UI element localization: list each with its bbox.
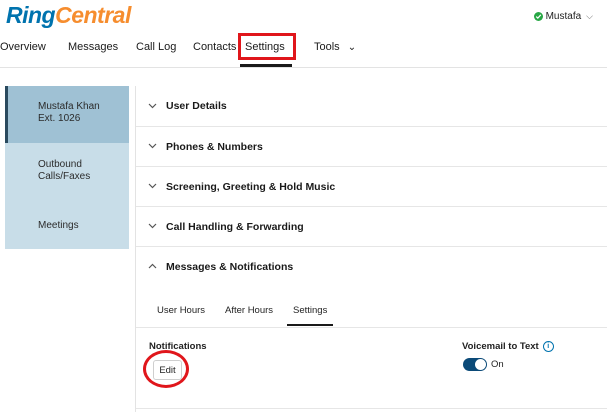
sidebar-item-meetings[interactable]: Meetings: [5, 220, 129, 232]
subtab-settings[interactable]: Settings: [293, 305, 327, 316]
voicemail-to-text-text: Voicemail to Text: [462, 341, 539, 352]
voicemail-to-text-state: On: [491, 359, 504, 370]
section-call-handling[interactable]: Call Handling & Forwarding: [136, 206, 607, 246]
settings-panel: User Details Phones & Numbers Screening,…: [135, 86, 607, 412]
ringcentral-logo[interactable]: RingCentral: [6, 2, 131, 29]
edit-highlight-circle: [143, 350, 189, 388]
section-title: User Details: [166, 100, 227, 112]
online-status-icon: [533, 12, 543, 21]
chevron-up-icon: [148, 261, 162, 272]
sidebar-user-name: Mustafa Khan: [38, 101, 100, 112]
panel-divider: [136, 408, 607, 409]
section-phones-numbers[interactable]: Phones & Numbers: [136, 126, 607, 166]
nav-call-log[interactable]: Call Log: [136, 41, 176, 53]
section-messages-notifications[interactable]: Messages & Notifications: [136, 246, 607, 286]
user-menu[interactable]: Mustafa ⌵: [533, 11, 593, 22]
logo-central-text: Central: [55, 2, 131, 28]
messages-subtabs: User Hours After Hours Settings: [136, 291, 607, 328]
sidebar-item-label: Calls/Faxes: [38, 171, 91, 182]
chevron-down-icon: [148, 141, 162, 152]
nav-messages[interactable]: Messages: [68, 41, 118, 53]
main-nav: Overview Messages Call Log Contacts Sett…: [0, 34, 607, 68]
voicemail-to-text-toggle[interactable]: [463, 358, 487, 371]
nav-contacts[interactable]: Contacts: [193, 41, 236, 53]
subtab-after-hours[interactable]: After Hours: [225, 305, 273, 316]
subtab-user-hours[interactable]: User Hours: [157, 305, 205, 316]
info-icon[interactable]: i: [542, 341, 554, 352]
active-subtab-indicator: [287, 324, 333, 326]
user-menu-name: Mustafa: [545, 11, 582, 22]
sidebar-user-extension: Ext. 1026: [38, 113, 81, 124]
nav-tools-label: Tools: [314, 41, 340, 53]
voicemail-to-text-label: Voicemail to Text i: [462, 341, 554, 352]
chevron-down-icon: ⌵: [586, 11, 593, 21]
toggle-knob: [475, 359, 486, 370]
chevron-down-icon: ⌄: [347, 42, 357, 53]
section-title: Phones & Numbers: [166, 140, 263, 153]
nav-divider: [0, 67, 607, 68]
sidebar-item-outbound-calls[interactable]: Outbound Calls/Faxes: [5, 159, 129, 183]
sidebar-item-label: Outbound: [38, 159, 82, 170]
nav-tools[interactable]: Tools ⌄: [314, 41, 356, 53]
sidebar-item-label: Meetings: [38, 220, 79, 231]
logo-ring-text: Ring: [6, 2, 56, 28]
chevron-down-icon: [148, 101, 162, 112]
section-screening-greeting[interactable]: Screening, Greeting & Hold Music: [136, 166, 607, 206]
settings-sidebar: Mustafa Khan Ext. 1026 Outbound Calls/Fa…: [5, 86, 129, 249]
sidebar-item-user[interactable]: Mustafa Khan Ext. 1026: [5, 86, 129, 143]
section-title: Messages & Notifications: [166, 260, 294, 273]
section-title: Screening, Greeting & Hold Music: [166, 180, 336, 193]
nav-overview[interactable]: Overview: [0, 41, 46, 53]
chevron-down-icon: [148, 181, 162, 192]
section-title: Call Handling & Forwarding: [166, 220, 304, 233]
section-user-details[interactable]: User Details: [136, 86, 607, 126]
settings-highlight-box: [238, 33, 296, 60]
chevron-down-icon: [148, 221, 162, 232]
